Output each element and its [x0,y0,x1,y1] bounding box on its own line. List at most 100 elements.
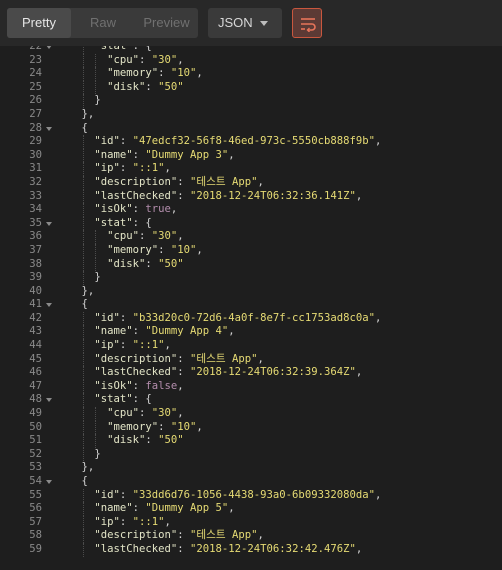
code-lines: 22 "stat": {23 "cpu": "30", 24 "memory": "10… [0,46,502,557]
line-number: 35 [29,216,42,229]
json-punctuation: , [177,407,184,420]
json-punctuation: { [81,475,88,487]
code-text: }, [82,108,95,122]
code-text: { [82,475,88,489]
response-body-editor[interactable]: 22 "stat": {23 "cpu": "30", 24 "memory": "10… [0,46,502,570]
fold-arrow-icon[interactable] [46,480,52,484]
code-line: 52} [0,447,502,462]
code-text: }, [82,285,95,299]
indent-guide [82,529,84,543]
json-punctuation: , [177,53,184,66]
json-punctuation: , [164,339,171,352]
json-key: "id" [94,311,120,324]
json-punctuation: : [177,366,191,379]
code-line: 57 "ip": "::1", [0,515,502,530]
indent-guide [82,80,84,95]
code-line: 37 "memory": "10", [0,243,502,258]
code-line: 32 "description": "테스트 App", [0,175,502,190]
json-key: "name" [94,325,133,338]
code-text: "lastChecked": "2018-12-24T06:32:36.141Z… [94,190,362,204]
code-line: 53}, [0,461,502,475]
json-key: "name" [94,502,133,515]
json-key: "description" [94,175,178,188]
code-text: "stat": { [94,393,151,407]
json-punctuation: : [132,148,146,161]
code-text: "stat": { [94,217,151,231]
line-number: 48 [29,393,42,406]
json-punctuation: , [228,325,235,338]
json-string: "Dummy App 3" [145,148,229,161]
tab-raw[interactable]: Raw [71,8,135,38]
json-string: "테스트 App" [190,529,258,542]
code-text: "id": "47edcf32-56f8-46ed-973c-5550cb888… [94,135,381,149]
indent-guide [95,420,97,435]
indent-guide [95,80,97,95]
line-number: 45 [29,352,42,365]
indent-guide [82,311,84,326]
indent-guide [82,352,84,367]
indent-guide [82,379,84,394]
fold-arrow-icon[interactable] [46,126,52,131]
code-text: "disk": "50" [107,434,184,448]
code-line: 42 "id": "b33d20c0-72d6-4a0f-8e7f-cc1753a… [0,311,502,326]
line-number: 52 [29,447,42,460]
line-number: 38 [29,257,42,270]
code-text: }, [82,461,95,475]
json-string: "테스트 App" [190,352,258,365]
chevron-down-icon [260,21,268,26]
json-string: "50" [158,257,184,270]
json-punctuation: , [355,542,363,555]
line-number: 23 [29,53,42,66]
indent-guide [82,135,84,149]
code-text: "lastChecked": "2018-12-24T06:32:42.476Z… [94,543,362,557]
code-line: 56 "name": "Dummy App 5", [0,502,502,516]
json-key: "stat" [94,393,133,406]
json-string: "10" [170,420,197,433]
indent-guide [82,189,84,204]
wrap-lines-button[interactable] [292,8,322,38]
fold-arrow-icon[interactable] [46,303,52,308]
fold-arrow-icon[interactable] [46,46,52,49]
line-number: 29 [29,135,42,148]
code-text: { [82,122,88,136]
code-text: "ip": "::1", [94,516,171,530]
json-punctuation: , [164,515,171,528]
code-line: 40}, [0,285,502,299]
line-number: 43 [29,325,42,338]
json-punctuation: , [374,311,382,324]
code-line: 39} [0,271,502,285]
json-punctuation: : [132,203,146,216]
line-number: 25 [29,80,42,93]
line-number: 37 [29,243,42,256]
json-punctuation: : [139,407,152,420]
json-string: "2018-12-24T06:32:42.476Z" [190,542,356,555]
json-punctuation: , [257,175,264,188]
json-punctuation: : [158,67,171,80]
json-punctuation: , [196,243,203,256]
json-punctuation: } [94,94,101,107]
json-punctuation: , [196,420,203,433]
fold-arrow-icon[interactable] [46,221,52,226]
json-punctuation: { [81,298,88,311]
json-punctuation: , [170,203,178,216]
format-select[interactable]: JSON [208,8,282,38]
fold-arrow-icon[interactable] [46,398,52,403]
line-number: 42 [29,311,42,324]
tab-pretty[interactable]: Pretty [7,8,71,38]
json-punctuation: : [139,230,152,243]
json-boolean: false [145,379,178,392]
json-punctuation: : [139,53,152,66]
json-punctuation: , [257,529,264,542]
indent-guide [82,271,84,285]
json-punctuation: , [228,148,235,161]
json-string: "::1" [132,339,165,352]
json-punctuation: } [94,271,101,284]
line-number: 55 [29,488,42,501]
indent-guide [82,393,84,408]
json-punctuation: }, [81,461,95,474]
line-number: 49 [29,407,42,420]
json-punctuation: : [132,325,146,338]
line-number: 53 [29,461,42,474]
code-line: 48 "stat": { [0,393,502,408]
tab-preview[interactable]: Preview [135,8,198,38]
